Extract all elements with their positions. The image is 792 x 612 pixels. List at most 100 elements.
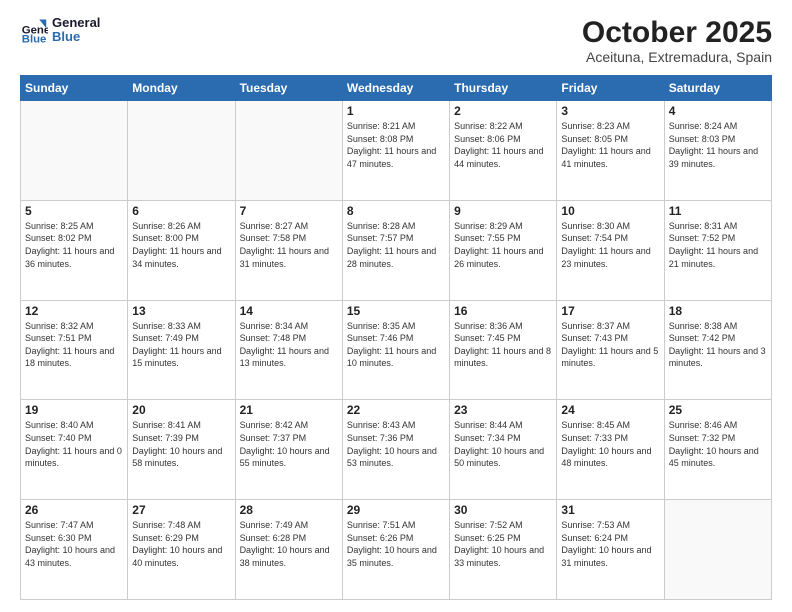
day-info: Sunrise: 8:22 AM Sunset: 8:06 PM Dayligh…	[454, 120, 552, 170]
day-info: Sunrise: 8:46 AM Sunset: 7:32 PM Dayligh…	[669, 419, 767, 469]
day-number: 17	[561, 304, 659, 318]
day-number: 8	[347, 204, 445, 218]
month-title: October 2025	[582, 16, 772, 49]
day-info: Sunrise: 8:43 AM Sunset: 7:36 PM Dayligh…	[347, 419, 445, 469]
cell-week2-day7: 11 Sunrise: 8:31 AM Sunset: 7:52 PM Dayli…	[664, 200, 771, 300]
day-info: Sunrise: 8:33 AM Sunset: 7:49 PM Dayligh…	[132, 320, 230, 370]
day-number: 7	[240, 204, 338, 218]
cell-week3-day6: 17 Sunrise: 8:37 AM Sunset: 7:43 PM Dayli…	[557, 300, 664, 400]
cell-week4-day7: 25 Sunrise: 8:46 AM Sunset: 7:32 PM Dayli…	[664, 400, 771, 500]
day-info: Sunrise: 7:53 AM Sunset: 6:24 PM Dayligh…	[561, 519, 659, 569]
cell-week1-day6: 3Sunrise: 8:23 AM Sunset: 8:05 PM Daylig…	[557, 101, 664, 201]
cell-week3-day7: 18Sunrise: 8:38 AM Sunset: 7:42 PM Dayli…	[664, 300, 771, 400]
cell-week2-day4: 8 Sunrise: 8:28 AM Sunset: 7:57 PM Daylig…	[342, 200, 449, 300]
day-number: 15	[347, 304, 445, 318]
day-number: 14	[240, 304, 338, 318]
cell-week1-day5: 2 Sunrise: 8:22 AM Sunset: 8:06 PM Daylig…	[450, 101, 557, 201]
day-number: 28	[240, 503, 338, 517]
cell-week4-day2: 20 Sunrise: 8:41 AM Sunset: 7:39 PM Dayli…	[128, 400, 235, 500]
day-number: 29	[347, 503, 445, 517]
day-number: 20	[132, 403, 230, 417]
cell-week3-day2: 13 Sunrise: 8:33 AM Sunset: 7:49 PM Dayli…	[128, 300, 235, 400]
logo-line2: Blue	[52, 30, 100, 44]
day-number: 22	[347, 403, 445, 417]
day-info: Sunrise: 7:48 AM Sunset: 6:29 PM Dayligh…	[132, 519, 230, 569]
cell-week4-day4: 22 Sunrise: 8:43 AM Sunset: 7:36 PM Dayli…	[342, 400, 449, 500]
day-info: Sunrise: 8:36 AM Sunset: 7:45 PM Dayligh…	[454, 320, 552, 370]
cell-week1-day2	[128, 101, 235, 201]
title-block: October 2025 Aceituna, Extremadura, Spai…	[582, 16, 772, 65]
day-number: 1	[347, 104, 445, 118]
calendar-table: SundayMondayTuesdayWednesdayThursdayFrid…	[20, 75, 772, 600]
cell-week5-day2: 27 Sunrise: 7:48 AM Sunset: 6:29 PM Dayli…	[128, 500, 235, 600]
day-info: Sunrise: 7:51 AM Sunset: 6:26 PM Dayligh…	[347, 519, 445, 569]
cell-week5-day4: 29 Sunrise: 7:51 AM Sunset: 6:26 PM Dayli…	[342, 500, 449, 600]
day-number: 27	[132, 503, 230, 517]
day-info: Sunrise: 8:25 AM Sunset: 8:02 PM Dayligh…	[25, 220, 123, 270]
day-info: Sunrise: 8:41 AM Sunset: 7:39 PM Dayligh…	[132, 419, 230, 469]
day-info: Sunrise: 8:37 AM Sunset: 7:43 PM Dayligh…	[561, 320, 659, 370]
day-info: Sunrise: 8:42 AM Sunset: 7:37 PM Dayligh…	[240, 419, 338, 469]
cell-week5-day6: 31 Sunrise: 7:53 AM Sunset: 6:24 PM Dayli…	[557, 500, 664, 600]
day-info: Sunrise: 8:27 AM Sunset: 7:58 PM Dayligh…	[240, 220, 338, 270]
day-info: Sunrise: 8:31 AM Sunset: 7:52 PM Dayligh…	[669, 220, 767, 270]
header-saturday: Saturday	[664, 76, 771, 101]
day-info: Sunrise: 8:44 AM Sunset: 7:34 PM Dayligh…	[454, 419, 552, 469]
day-info: Sunrise: 8:29 AM Sunset: 7:55 PM Dayligh…	[454, 220, 552, 270]
cell-week4-day3: 21Sunrise: 8:42 AM Sunset: 7:37 PM Dayli…	[235, 400, 342, 500]
cell-week5-day3: 28 Sunrise: 7:49 AM Sunset: 6:28 PM Dayli…	[235, 500, 342, 600]
day-info: Sunrise: 7:47 AM Sunset: 6:30 PM Dayligh…	[25, 519, 123, 569]
day-number: 9	[454, 204, 552, 218]
day-info: Sunrise: 7:49 AM Sunset: 6:28 PM Dayligh…	[240, 519, 338, 569]
cell-week3-day5: 16 Sunrise: 8:36 AM Sunset: 7:45 PM Dayli…	[450, 300, 557, 400]
cell-week5-day7	[664, 500, 771, 600]
header-wednesday: Wednesday	[342, 76, 449, 101]
cell-week2-day1: 5 Sunrise: 8:25 AM Sunset: 8:02 PM Daylig…	[21, 200, 128, 300]
cell-week2-day6: 10Sunrise: 8:30 AM Sunset: 7:54 PM Dayli…	[557, 200, 664, 300]
day-info: Sunrise: 8:28 AM Sunset: 7:57 PM Dayligh…	[347, 220, 445, 270]
day-number: 12	[25, 304, 123, 318]
day-info: Sunrise: 8:34 AM Sunset: 7:48 PM Dayligh…	[240, 320, 338, 370]
svg-text:Blue: Blue	[22, 34, 47, 45]
day-number: 25	[669, 403, 767, 417]
header-sunday: Sunday	[21, 76, 128, 101]
day-number: 10	[561, 204, 659, 218]
cell-week2-day2: 6Sunrise: 8:26 AM Sunset: 8:00 PM Daylig…	[128, 200, 235, 300]
cell-week1-day4: 1 Sunrise: 8:21 AM Sunset: 8:08 PM Daylig…	[342, 101, 449, 201]
cell-week2-day3: 7 Sunrise: 8:27 AM Sunset: 7:58 PM Daylig…	[235, 200, 342, 300]
header-monday: Monday	[128, 76, 235, 101]
day-info: Sunrise: 8:21 AM Sunset: 8:08 PM Dayligh…	[347, 120, 445, 170]
day-info: Sunrise: 8:40 AM Sunset: 7:40 PM Dayligh…	[25, 419, 123, 469]
day-info: Sunrise: 8:32 AM Sunset: 7:51 PM Dayligh…	[25, 320, 123, 370]
day-number: 26	[25, 503, 123, 517]
cell-week4-day5: 23Sunrise: 8:44 AM Sunset: 7:34 PM Dayli…	[450, 400, 557, 500]
cell-week4-day6: 24Sunrise: 8:45 AM Sunset: 7:33 PM Dayli…	[557, 400, 664, 500]
cell-week2-day5: 9 Sunrise: 8:29 AM Sunset: 7:55 PM Daylig…	[450, 200, 557, 300]
day-number: 5	[25, 204, 123, 218]
day-number: 11	[669, 204, 767, 218]
day-info: Sunrise: 8:23 AM Sunset: 8:05 PM Dayligh…	[561, 120, 659, 170]
logo-line1: General	[52, 16, 100, 30]
cell-week5-day1: 26 Sunrise: 7:47 AM Sunset: 6:30 PM Dayli…	[21, 500, 128, 600]
day-number: 31	[561, 503, 659, 517]
day-info: Sunrise: 8:35 AM Sunset: 7:46 PM Dayligh…	[347, 320, 445, 370]
logo: General Blue General Blue	[20, 16, 100, 45]
header-thursday: Thursday	[450, 76, 557, 101]
location-subtitle: Aceituna, Extremadura, Spain	[582, 49, 772, 65]
day-number: 19	[25, 403, 123, 417]
day-number: 13	[132, 304, 230, 318]
cell-week5-day5: 30 Sunrise: 7:52 AM Sunset: 6:25 PM Dayli…	[450, 500, 557, 600]
day-number: 18	[669, 304, 767, 318]
logo-icon: General Blue	[20, 16, 48, 44]
cell-week3-day1: 12 Sunrise: 8:32 AM Sunset: 7:51 PM Dayli…	[21, 300, 128, 400]
day-number: 24	[561, 403, 659, 417]
cell-week4-day1: 19 Sunrise: 8:40 AM Sunset: 7:40 PM Dayli…	[21, 400, 128, 500]
day-number: 6	[132, 204, 230, 218]
day-number: 30	[454, 503, 552, 517]
day-info: Sunrise: 7:52 AM Sunset: 6:25 PM Dayligh…	[454, 519, 552, 569]
header-tuesday: Tuesday	[235, 76, 342, 101]
day-number: 16	[454, 304, 552, 318]
cell-week1-day7: 4Sunrise: 8:24 AM Sunset: 8:03 PM Daylig…	[664, 101, 771, 201]
cell-week3-day3: 14 Sunrise: 8:34 AM Sunset: 7:48 PM Dayli…	[235, 300, 342, 400]
day-number: 2	[454, 104, 552, 118]
